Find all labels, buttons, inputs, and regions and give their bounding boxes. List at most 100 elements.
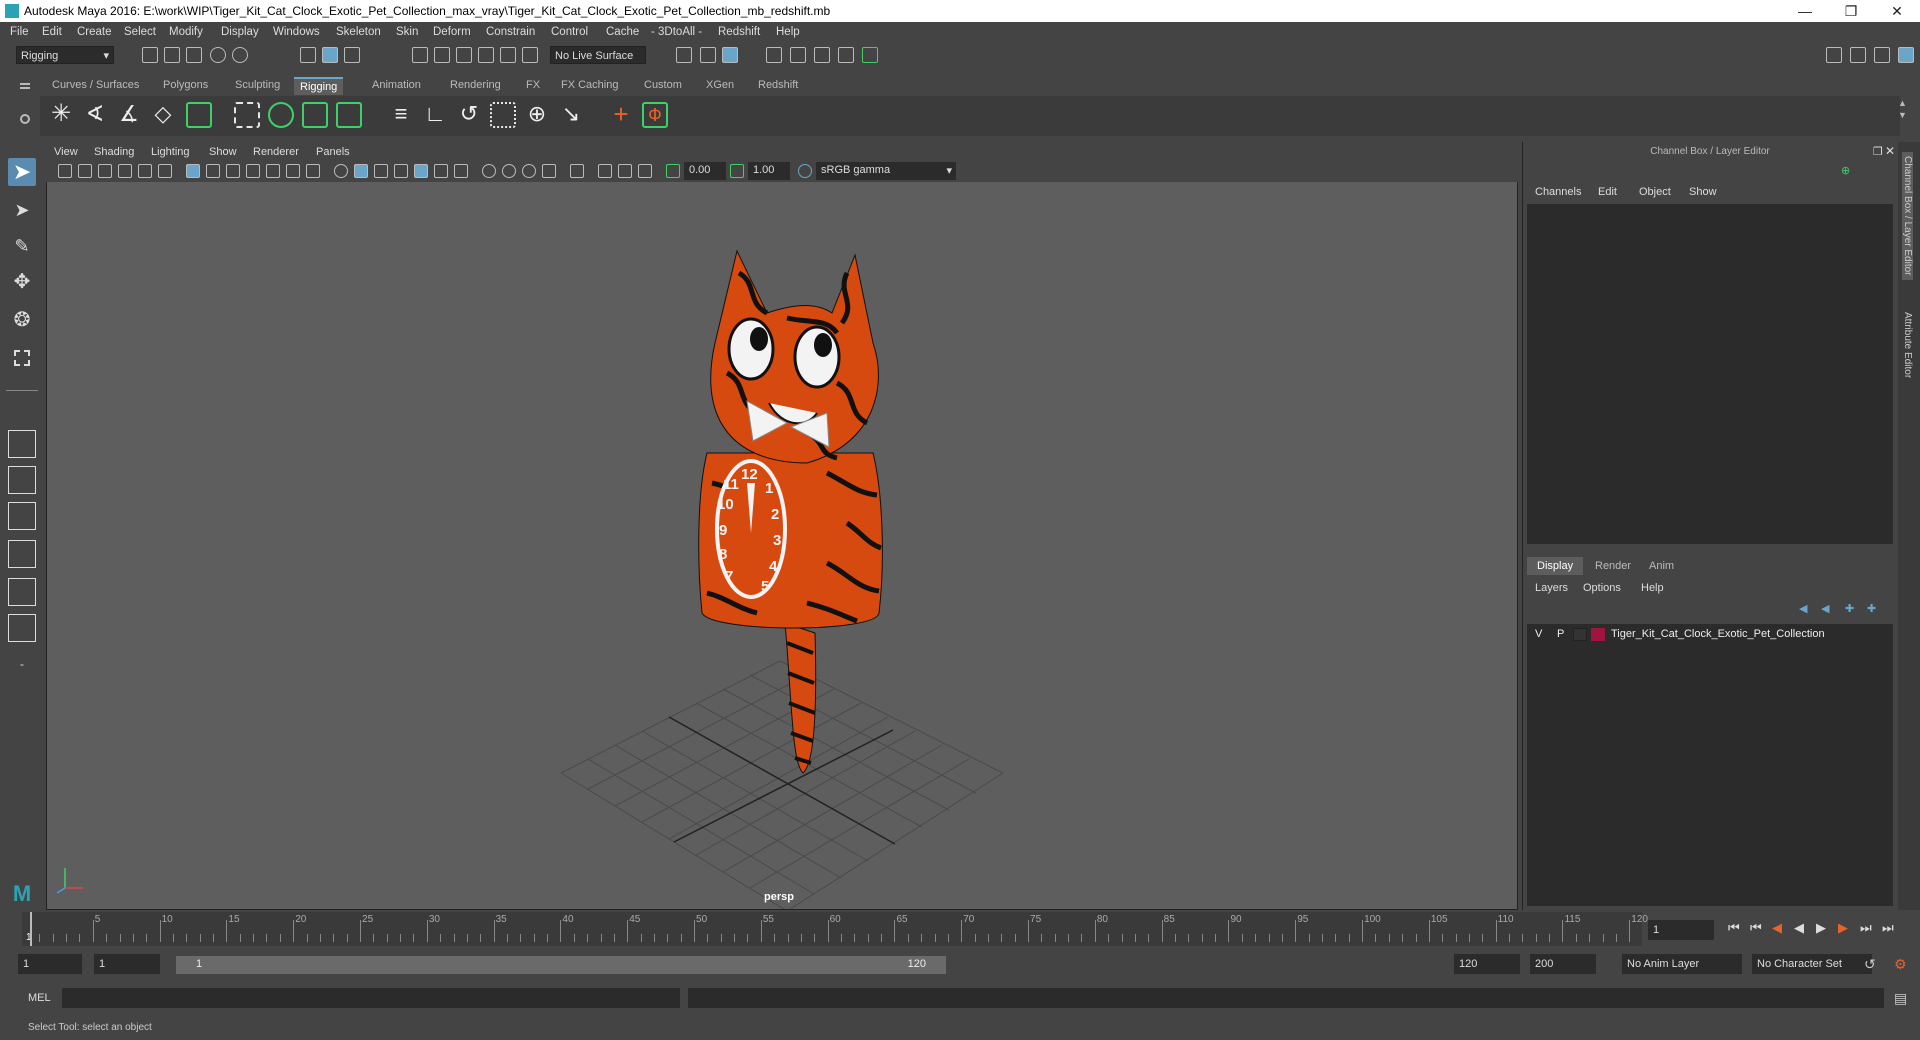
camera-attributes-icon[interactable]: [78, 164, 92, 178]
step-forward-key-icon[interactable]: ⏭: [1860, 920, 1872, 936]
add-influence-icon[interactable]: +: [608, 101, 634, 128]
gate-mask-icon[interactable]: [246, 164, 260, 178]
tab-rendering[interactable]: Rendering: [444, 77, 507, 93]
use-all-lights-icon[interactable]: [434, 164, 448, 178]
frame-all-icon[interactable]: [618, 164, 632, 178]
menu-control[interactable]: Control: [551, 26, 588, 38]
lasso-tool-icon[interactable]: ➤: [8, 196, 36, 224]
parent-constraint-icon[interactable]: ⊕: [524, 102, 550, 128]
restore-button[interactable]: ❐: [1828, 0, 1874, 22]
menu-edit[interactable]: Edit: [42, 26, 62, 38]
render-settings-icon[interactable]: [838, 47, 854, 63]
channels-menu[interactable]: Channels: [1535, 186, 1581, 198]
layer-visibility-toggle[interactable]: V: [1535, 628, 1542, 640]
textured-icon[interactable]: [414, 164, 428, 178]
minimize-button[interactable]: —: [1782, 0, 1828, 22]
image-plane-icon[interactable]: [118, 164, 132, 178]
menu-display[interactable]: Display: [221, 26, 259, 38]
tab-curves-surfaces[interactable]: Curves / Surfaces: [46, 77, 145, 93]
ik-spline-icon[interactable]: ∡: [116, 102, 142, 128]
menu-redshift[interactable]: Redshift: [718, 26, 760, 38]
menu-create[interactable]: Create: [77, 26, 112, 38]
playback-end-field[interactable]: 120: [1454, 954, 1520, 974]
menu-help[interactable]: Help: [776, 26, 800, 38]
tab-polygons[interactable]: Polygons: [157, 77, 214, 93]
select-object-icon[interactable]: [322, 47, 338, 63]
close-button[interactable]: ✕: [1874, 0, 1920, 22]
shelf-menu-icon[interactable]: [20, 80, 32, 92]
joint-tool-icon[interactable]: ✳: [48, 102, 74, 128]
tab-animation[interactable]: Animation: [366, 77, 427, 93]
close-panel-icon[interactable]: ✕: [1885, 144, 1895, 158]
construction-history-icon[interactable]: [722, 47, 738, 63]
axis-orientation-icon[interactable]: ⊕: [1841, 164, 1850, 177]
redo-icon[interactable]: [232, 47, 248, 63]
options-menu[interactable]: Options: [1583, 582, 1621, 594]
bookmark-icon[interactable]: [98, 164, 112, 178]
layer-type-toggle[interactable]: [1573, 628, 1587, 641]
lattice-icon[interactable]: [302, 102, 328, 128]
locator-icon[interactable]: ≡: [388, 102, 414, 128]
animation-start-field[interactable]: 1: [18, 954, 82, 974]
range-slider[interactable]: 1 120: [176, 956, 946, 974]
tab-fx[interactable]: FX: [520, 77, 546, 93]
persp-graph-layout-icon[interactable]: [8, 540, 36, 568]
viewport-menu-show[interactable]: Show: [209, 146, 237, 158]
edit-menu[interactable]: Edit: [1598, 186, 1617, 198]
frame-selected-icon[interactable]: [638, 164, 652, 178]
command-language-label[interactable]: MEL: [28, 992, 51, 1004]
go-to-end-icon[interactable]: ⏭: [1882, 920, 1894, 936]
mode-dropdown[interactable]: Rigging ▾: [16, 46, 114, 64]
open-scene-icon[interactable]: [164, 47, 180, 63]
grid-toggle-icon[interactable]: [186, 164, 200, 178]
show-menu[interactable]: Show: [1689, 186, 1717, 198]
shelf-scroll-up-icon[interactable]: ▲: [1898, 98, 1907, 108]
object-menu[interactable]: Object: [1639, 186, 1671, 198]
channel-list[interactable]: [1527, 204, 1893, 544]
layer-name[interactable]: Tiger_Kit_Cat_Clock_Exotic_Pet_Collectio…: [1611, 628, 1825, 640]
ipr-render-icon[interactable]: [814, 47, 830, 63]
color-management-icon[interactable]: [798, 164, 812, 178]
step-back-frame-icon[interactable]: ◀: [1772, 920, 1782, 936]
menu-modify[interactable]: Modify: [169, 26, 203, 38]
side-tab-attribute-editor[interactable]: Attribute Editor: [1902, 312, 1913, 378]
snap-view-icon[interactable]: [478, 47, 494, 63]
tab-redshift[interactable]: Redshift: [752, 77, 804, 93]
layout-menu-icon[interactable]: -: [8, 650, 36, 678]
play-forward-icon[interactable]: ▶: [1816, 920, 1826, 936]
safe-action-icon[interactable]: [286, 164, 300, 178]
motion-blur-icon[interactable]: [522, 164, 536, 178]
menu-select[interactable]: Select: [124, 26, 156, 38]
layer-playback-toggle[interactable]: P: [1557, 628, 1564, 640]
time-slider[interactable]: 1 5 10 15 20 25 30 35 40 45 50 55 60 65 70 75 80 85 90 95 1…: [22, 912, 1648, 946]
gamma-icon[interactable]: [730, 164, 744, 178]
ik-handle-icon[interactable]: ∢: [82, 102, 108, 128]
snap-vertex-icon[interactable]: [522, 47, 538, 63]
move-layer-up-icon[interactable]: ◀: [1799, 602, 1807, 615]
scale-tool-icon[interactable]: [8, 344, 36, 372]
hik-icon[interactable]: Ф: [642, 102, 668, 128]
layer-color-swatch[interactable]: [1591, 628, 1605, 641]
tab-render-layers[interactable]: Render: [1585, 557, 1641, 575]
layer-row[interactable]: V P Tiger_Kit_Cat_Clock_Exotic_Pet_Colle…: [1531, 626, 1887, 644]
select-component-icon[interactable]: [344, 47, 360, 63]
animation-end-field[interactable]: 200: [1530, 954, 1596, 974]
single-perspective-layout-icon[interactable]: [8, 430, 36, 458]
current-time-indicator[interactable]: [30, 912, 32, 946]
save-scene-icon[interactable]: [186, 47, 202, 63]
shadows-icon[interactable]: [454, 164, 468, 178]
persp-outliner-layout-icon[interactable]: [8, 502, 36, 530]
anim-layer-dropdown[interactable]: No Anim Layer: [1622, 954, 1742, 974]
shelf-scroll-down-icon[interactable]: ▼: [1898, 110, 1907, 120]
snap-curve-icon[interactable]: [434, 47, 450, 63]
orient-constraint-icon[interactable]: ↺: [456, 102, 482, 128]
character-set-dropdown[interactable]: No Character Set: [1752, 954, 1872, 974]
select-hierarchy-icon[interactable]: [300, 47, 316, 63]
step-forward-frame-icon[interactable]: ▶: [1838, 920, 1848, 936]
current-frame-field[interactable]: 1: [1648, 920, 1714, 940]
hypershade-icon[interactable]: [862, 47, 878, 63]
new-layer-icon[interactable]: ✚: [1845, 602, 1854, 615]
bind-skin-icon[interactable]: [234, 102, 260, 128]
four-view-layout-icon[interactable]: [8, 466, 36, 494]
menu-skin[interactable]: Skin: [396, 26, 418, 38]
